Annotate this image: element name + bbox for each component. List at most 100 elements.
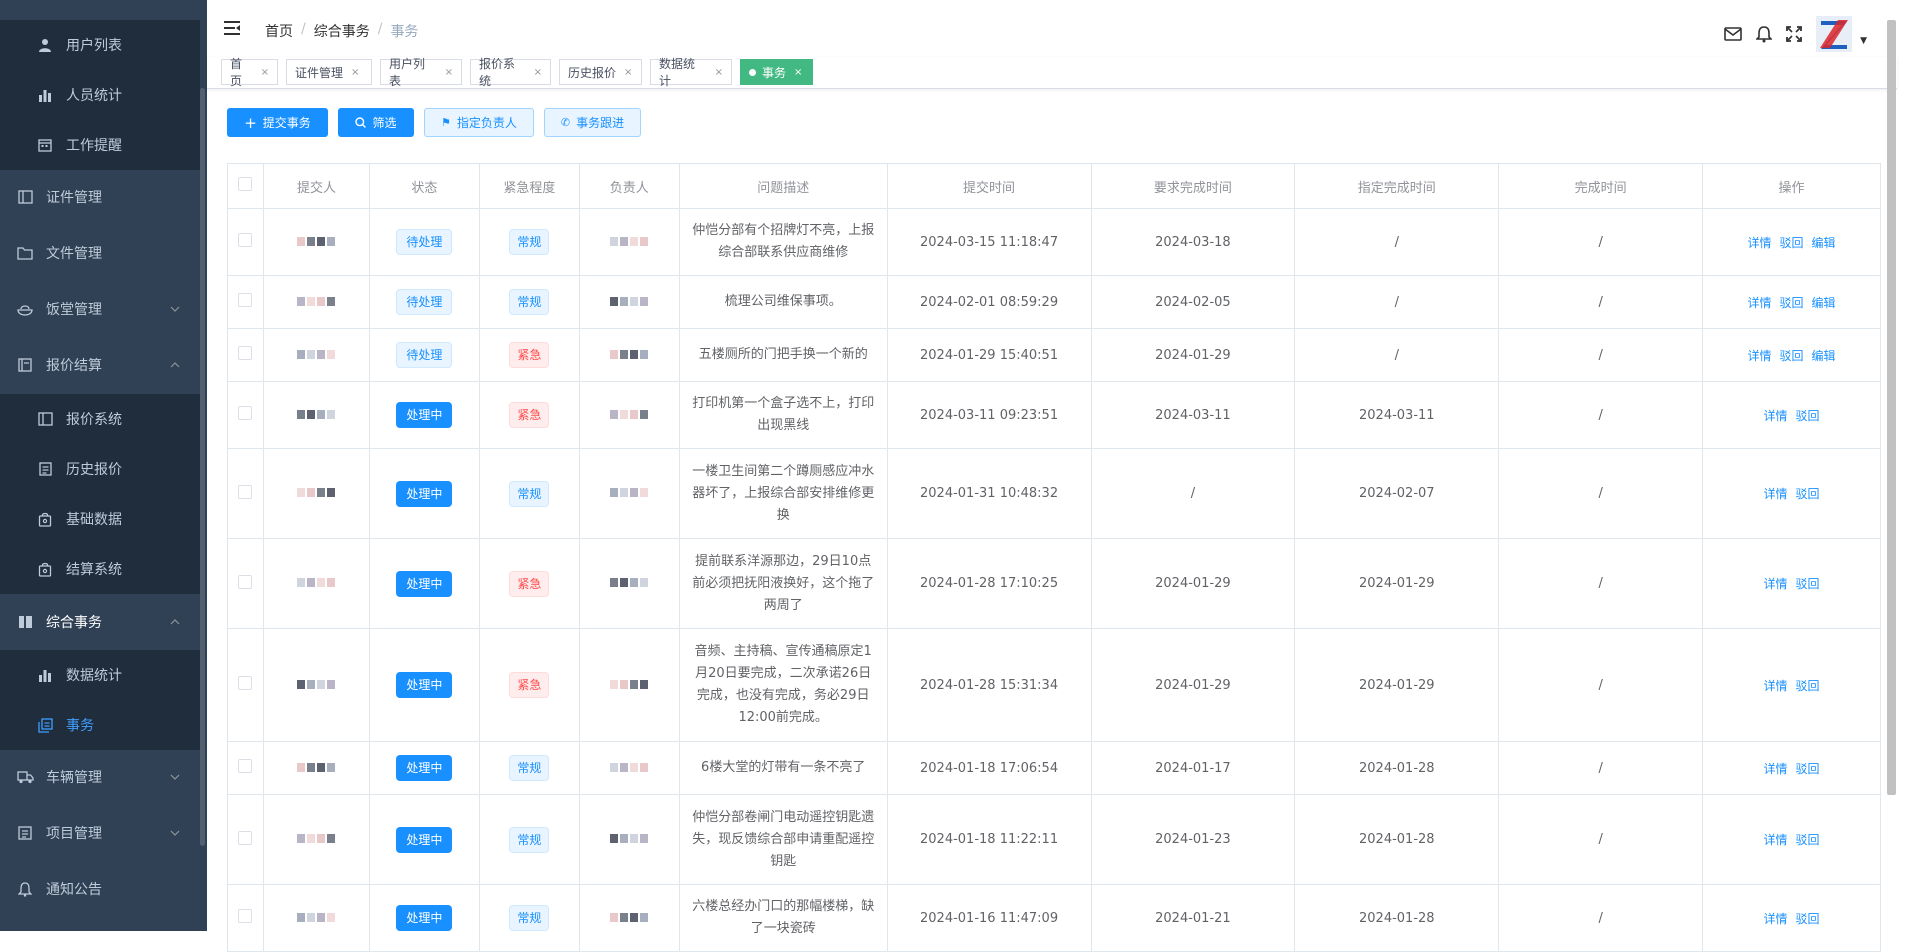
tag-7[interactable]: 事务 × bbox=[740, 59, 813, 85]
assigned-time-cell: 2024-01-29 bbox=[1294, 628, 1500, 742]
sidebar-item-11[interactable]: 结算系统 bbox=[0, 544, 200, 594]
sidebar-item-1[interactable]: 用户列表 bbox=[0, 20, 200, 70]
breadcrumb-parent[interactable]: 综合事务 bbox=[314, 21, 370, 41]
sidebar-item-10[interactable]: 基础数据 bbox=[0, 494, 200, 544]
detail-link[interactable]: 详情 bbox=[1748, 349, 1772, 363]
row-checkbox[interactable] bbox=[238, 909, 253, 923]
detail-link[interactable]: 详情 bbox=[1764, 833, 1788, 847]
bag-icon bbox=[36, 560, 54, 578]
close-icon[interactable]: × bbox=[715, 67, 723, 78]
detail-link[interactable]: 详情 bbox=[1764, 679, 1788, 693]
avatar[interactable] bbox=[1816, 16, 1853, 52]
filter-button[interactable]: 筛选 bbox=[338, 108, 414, 137]
sidebar-item-4[interactable]: 证件管理 bbox=[0, 172, 200, 222]
reject-link[interactable]: 驳回 bbox=[1796, 762, 1820, 776]
bar-chart-icon bbox=[36, 86, 54, 104]
sidebar-item-2[interactable]: 人员统计 bbox=[0, 70, 200, 120]
status-badge: 处理中 bbox=[396, 402, 453, 428]
redacted-name bbox=[297, 679, 336, 689]
row-checkbox[interactable] bbox=[238, 574, 253, 589]
sidebar-item-6[interactable]: 饭堂管理 bbox=[0, 284, 200, 334]
description-cell: 打印机第一个盒子选不上，打印出现黑线 bbox=[678, 381, 888, 449]
close-icon[interactable]: × bbox=[261, 67, 269, 78]
row-checkbox[interactable] bbox=[238, 759, 253, 773]
assigned-time-cell: / bbox=[1294, 328, 1500, 382]
tag-4[interactable]: 报价系统 × bbox=[470, 57, 551, 88]
menu-toggle-icon[interactable] bbox=[224, 21, 240, 35]
list-icon bbox=[16, 824, 34, 842]
detail-link[interactable]: 详情 bbox=[1764, 487, 1788, 501]
sidebar-item-8[interactable]: 报价系统 bbox=[0, 394, 200, 444]
row-checkbox[interactable] bbox=[238, 293, 253, 307]
sidebar-item-17[interactable]: 通知公告 bbox=[0, 864, 200, 914]
track-task-button[interactable]: ✆ 事务跟进 bbox=[544, 108, 641, 137]
row-checkbox[interactable] bbox=[238, 484, 253, 499]
fullscreen-icon[interactable] bbox=[1786, 26, 1802, 42]
detail-link[interactable]: 详情 bbox=[1748, 296, 1772, 310]
required-time-cell: 2024-01-29 bbox=[1090, 538, 1296, 629]
page-scrollbar[interactable] bbox=[1884, 20, 1897, 795]
detail-link[interactable]: 详情 bbox=[1764, 577, 1788, 591]
reject-link[interactable]: 驳回 bbox=[1796, 577, 1820, 591]
tag-1[interactable]: 首页 × bbox=[221, 57, 278, 88]
row-checkbox[interactable] bbox=[238, 233, 253, 247]
submitter-cell bbox=[262, 208, 370, 276]
mail-icon[interactable] bbox=[1724, 27, 1742, 41]
sidebar-item-16[interactable]: 项目管理 bbox=[0, 808, 200, 858]
sidebar-item-7[interactable]: 报价结算 bbox=[0, 340, 200, 390]
select-all-checkbox[interactable] bbox=[238, 177, 253, 191]
urgency-badge: 常规 bbox=[509, 289, 550, 315]
edit-link[interactable]: 编辑 bbox=[1812, 296, 1836, 310]
row-select-cell bbox=[227, 538, 264, 629]
edit-link[interactable]: 编辑 bbox=[1812, 236, 1836, 250]
owner-cell bbox=[578, 328, 680, 382]
description-cell: 提前联系洋源那边，29日10点前必须把抚阳液换好，这个拖了两周了 bbox=[678, 538, 888, 629]
tag-3[interactable]: 用户列表 × bbox=[380, 57, 462, 88]
row-checkbox[interactable] bbox=[238, 406, 253, 420]
sidebar-item-14[interactable]: 事务 bbox=[0, 700, 200, 750]
close-icon[interactable]: × bbox=[624, 67, 632, 78]
sidebar-item-3[interactable]: 工作提醒 bbox=[0, 120, 200, 170]
sidebar-item-15[interactable]: 车辆管理 bbox=[0, 752, 200, 802]
reject-link[interactable]: 驳回 bbox=[1780, 349, 1804, 363]
detail-link[interactable]: 详情 bbox=[1764, 409, 1788, 423]
row-checkbox[interactable] bbox=[238, 346, 253, 360]
reject-link[interactable]: 驳回 bbox=[1796, 409, 1820, 423]
close-icon[interactable]: × bbox=[534, 67, 542, 78]
sidebar-item-13[interactable]: 数据统计 bbox=[0, 650, 200, 700]
sidebar-item-9[interactable]: 历史报价 bbox=[0, 444, 200, 494]
submitted-time-cell: 2024-01-29 15:40:51 bbox=[886, 328, 1092, 382]
row-checkbox[interactable] bbox=[238, 830, 253, 845]
reject-link[interactable]: 驳回 bbox=[1780, 296, 1804, 310]
chevron-down-icon bbox=[170, 772, 180, 783]
reject-link[interactable]: 驳回 bbox=[1796, 679, 1820, 693]
close-icon[interactable]: × bbox=[794, 67, 802, 78]
edit-link[interactable]: 编辑 bbox=[1812, 349, 1836, 363]
reject-link[interactable]: 驳回 bbox=[1796, 833, 1820, 847]
required-time-cell: 2024-01-29 bbox=[1090, 628, 1296, 742]
sidebar-item-5[interactable]: 文件管理 bbox=[0, 228, 200, 278]
submitted-time-cell: 2024-01-31 10:48:32 bbox=[886, 448, 1092, 539]
assign-owner-button[interactable]: ⚑ 指定负责人 bbox=[424, 108, 534, 137]
reject-link[interactable]: 驳回 bbox=[1780, 236, 1804, 250]
detail-link[interactable]: 详情 bbox=[1764, 912, 1788, 926]
reject-link[interactable]: 驳回 bbox=[1796, 487, 1820, 501]
sidebar-scrollbar[interactable] bbox=[200, 88, 205, 846]
submit-task-button[interactable]: + 提交事务 bbox=[227, 108, 328, 137]
tag-5[interactable]: 历史报价 × bbox=[559, 59, 642, 85]
detail-link[interactable]: 详情 bbox=[1748, 236, 1772, 250]
owner-cell bbox=[578, 794, 680, 885]
breadcrumb-home[interactable]: 首页 bbox=[265, 21, 293, 41]
close-icon[interactable]: × bbox=[351, 67, 359, 78]
tag-2[interactable]: 证件管理 × bbox=[286, 59, 372, 85]
reject-link[interactable]: 驳回 bbox=[1796, 912, 1820, 926]
row-checkbox[interactable] bbox=[238, 676, 253, 690]
chevron-down-icon bbox=[170, 828, 180, 839]
tag-6[interactable]: 数据统计 × bbox=[650, 57, 732, 88]
chevron-down-icon[interactable]: ▼ bbox=[1860, 36, 1867, 46]
close-icon[interactable]: × bbox=[445, 67, 453, 78]
active-dot-icon bbox=[749, 68, 756, 76]
bell-icon[interactable] bbox=[1756, 25, 1773, 43]
detail-link[interactable]: 详情 bbox=[1764, 762, 1788, 776]
sidebar-item-12[interactable]: 综合事务 bbox=[0, 597, 200, 647]
